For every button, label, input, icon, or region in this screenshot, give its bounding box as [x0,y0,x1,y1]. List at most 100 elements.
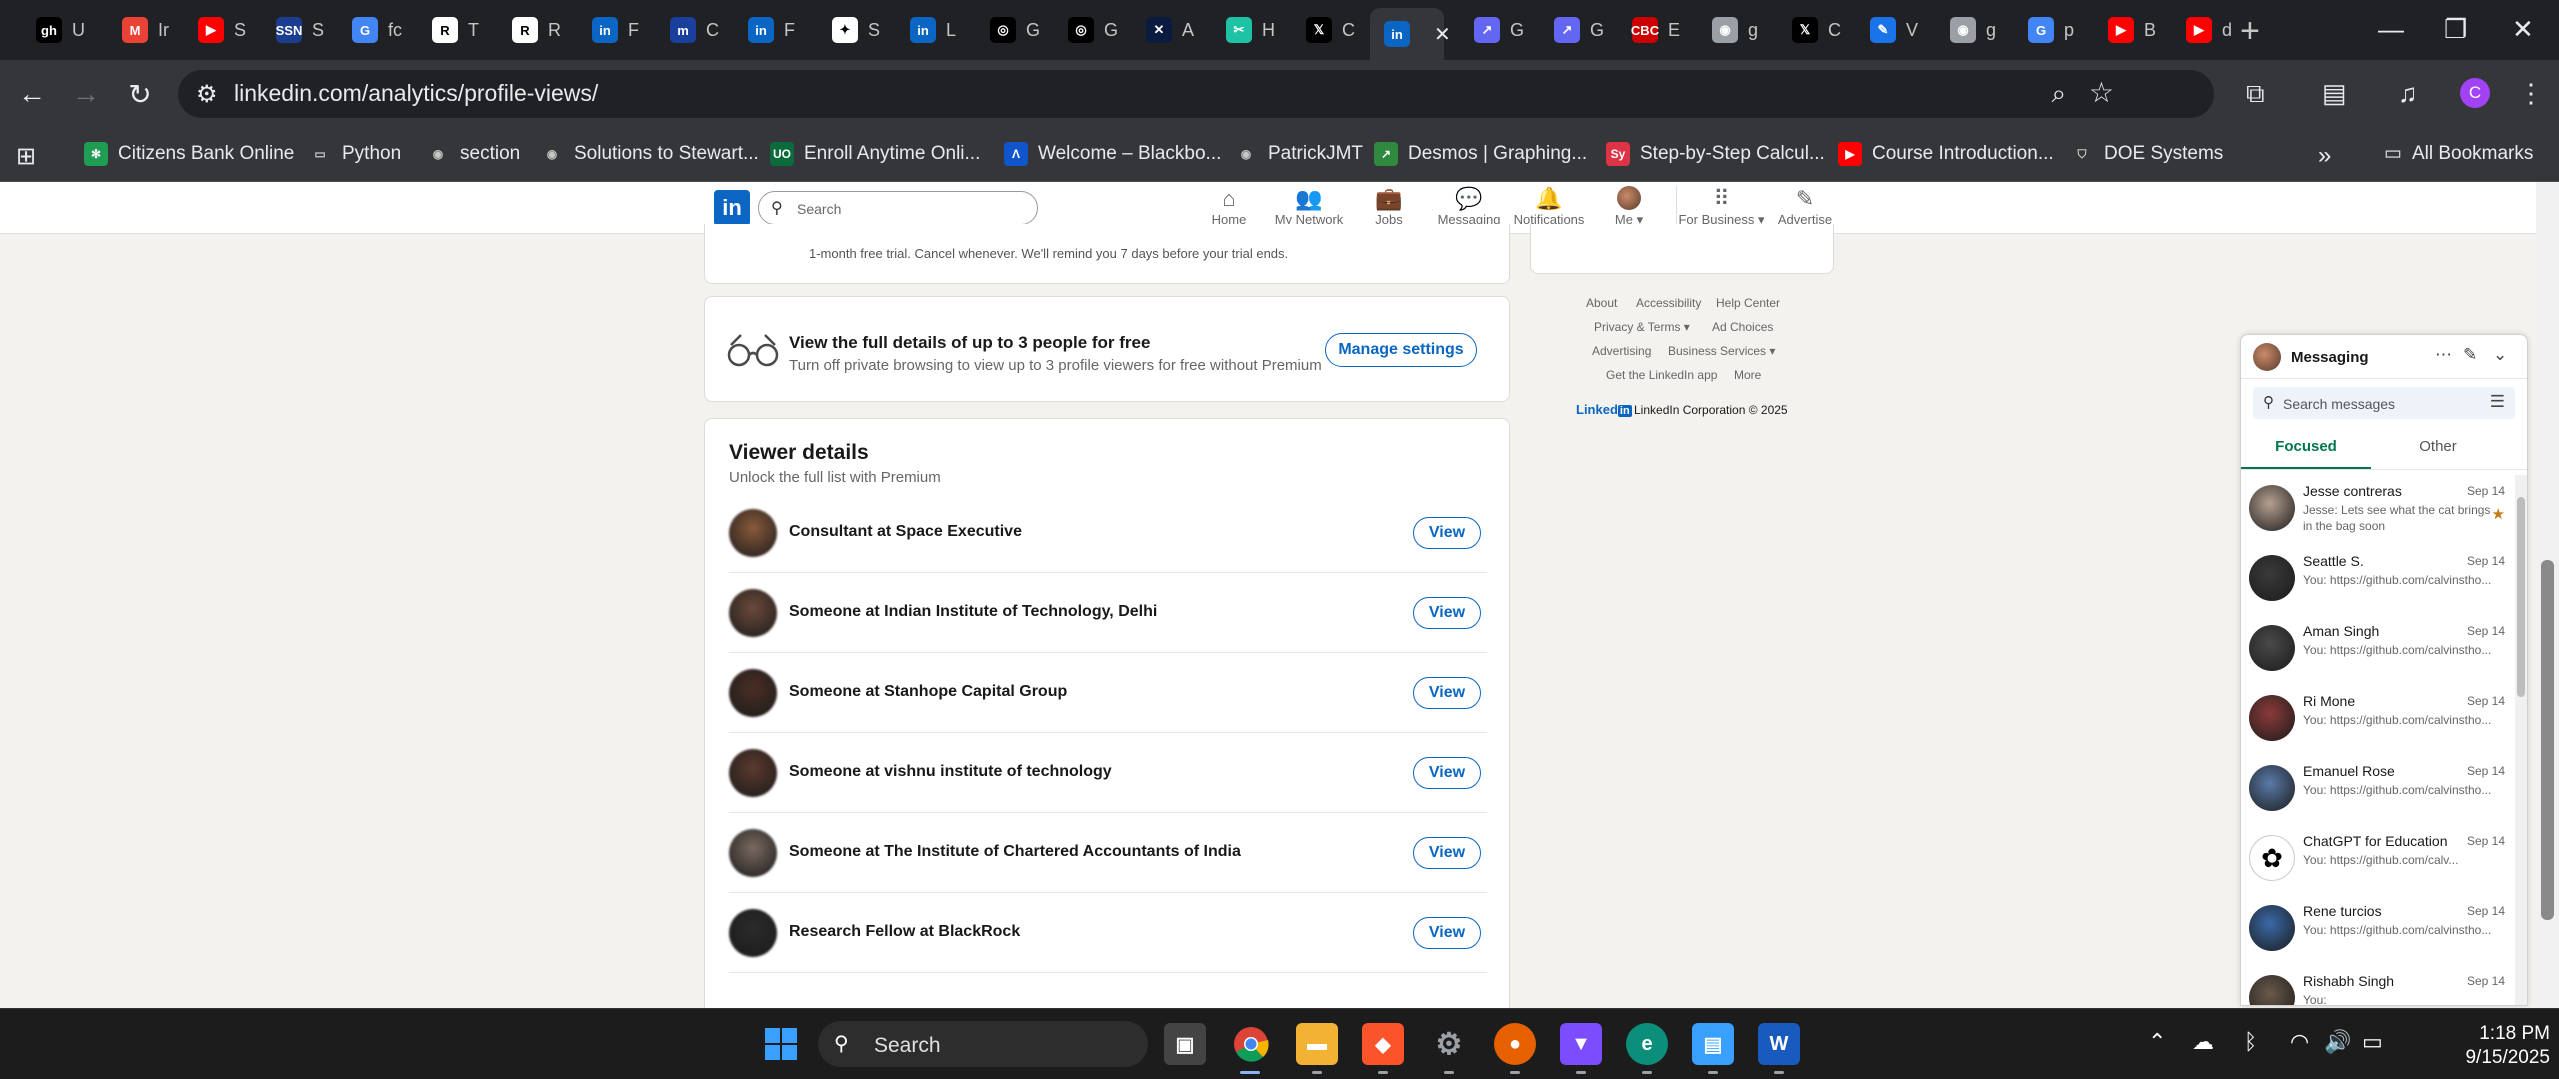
linkedin-logo[interactable]: in [714,190,750,226]
chevron-down-icon[interactable]: ⌄ [2493,345,2507,365]
page-scrollbar[interactable] [2536,182,2559,1008]
conversation-item[interactable]: Seattle S. Sep 14 You: https://github.com/… [2241,545,2509,615]
bookmark-item[interactable]: ◉ section [426,142,520,166]
close-window-icon[interactable]: ✕ [2512,14,2534,45]
footer-link-get-app[interactable]: Get the LinkedIn app [1606,368,1717,382]
footer-link-ad-choices[interactable]: Ad Choices [1712,320,1773,334]
forward-icon[interactable]: → [68,76,104,112]
bookmark-item[interactable]: ⛉ DOE Systems [2070,142,2223,166]
browser-tab[interactable]: ◎ G [976,8,1040,52]
more-bookmarks-button[interactable]: » [2318,142,2331,170]
browser-tab[interactable]: gh U [22,8,86,52]
bookmark-item[interactable]: Sy Step-by-Step Calcul... [1606,142,1825,166]
messaging-header[interactable]: Messaging ⋯ ✎ ⌄ [2241,335,2527,379]
brave-icon[interactable]: ◆ [1362,1023,1404,1065]
address-bar[interactable]: ⚙ linkedin.com/analytics/profile-views/ … [178,70,2214,118]
bookmark-item[interactable]: ✻ Citizens Bank Online [84,142,294,166]
nav-advertise[interactable]: ✎ Advertise [1760,186,1850,227]
site-info-icon[interactable]: ⚙ [196,80,218,109]
close-tab-icon[interactable]: ✕ [1434,22,1451,47]
apps-grid-icon[interactable]: ⊞ [16,142,36,171]
show-hidden-icons-icon[interactable]: ⌃ [2148,1029,2166,1055]
footer-link-about[interactable]: About [1586,296,1617,310]
chrome-icon[interactable] [1230,1023,1272,1065]
footer-link-business-services[interactable]: Business Services ▾ [1668,344,1775,358]
browser-tab[interactable]: ◎ G [1054,8,1118,52]
wifi-icon[interactable]: ◠ [2290,1029,2309,1055]
back-icon[interactable]: ← [14,76,50,112]
filter-icon[interactable]: ☰ [2490,392,2505,412]
browser-tab[interactable]: ◉ g [1698,8,1762,52]
start-icon[interactable] [760,1023,802,1065]
minimize-icon[interactable]: — [2378,14,2404,45]
browser-tab[interactable]: ▶ S [184,8,248,52]
footer-link-accessibility[interactable]: Accessibility [1636,296,1701,310]
firefox-icon[interactable]: ● [1494,1023,1536,1065]
onedrive-icon[interactable]: ☁ [2192,1029,2214,1055]
zoom-icon[interactable]: ⌕ [2051,78,2066,110]
task-view-icon[interactable]: ▣ [1164,1023,1206,1065]
browser-tab[interactable]: 𝕏C [1292,8,1356,52]
nav-my-network[interactable]: 👥 My Network [1264,186,1354,227]
bookmark-item[interactable]: UO Enroll Anytime Onli... [770,142,980,166]
browser-tab[interactable]: Gp [2014,8,2078,52]
browser-tab[interactable]: in F [578,8,642,52]
snip-tool-icon[interactable]: ▼ [1560,1023,1602,1065]
tab-focused[interactable]: Focused [2241,429,2371,469]
bookmark-item[interactable]: Λ Welcome – Blackbo... [1004,142,1221,166]
bluetooth-icon[interactable]: ᛒ [2244,1029,2257,1055]
conversation-item[interactable]: Aman Singh Sep 14 You: https://github.com/… [2241,615,2509,685]
view-button[interactable]: View [1413,917,1481,949]
browser-tab[interactable]: ◉ g [1936,8,2000,52]
view-button[interactable]: View [1413,597,1481,629]
conversation-item[interactable]: ✿ ChatGPT for Education Sep 14 You: https:/… [2241,825,2509,895]
browser-tab[interactable]: ↗ G [1540,8,1604,52]
linkedin-search-input[interactable]: ⚲ Search [758,191,1038,225]
new-tab-button[interactable]: + [2240,12,2260,51]
notepad-icon[interactable]: ▤ [1692,1023,1734,1065]
browser-tab[interactable]: 𝕏C [1778,8,1842,52]
browser-tab[interactable]: CBC E [1618,8,1682,52]
bookmark-item[interactable]: ▶ Course Introduction... [1838,142,2054,166]
bookmark-item[interactable]: ↗ Desmos | Graphing... [1374,142,1587,166]
reload-icon[interactable]: ↻ [122,76,158,112]
bookmark-item[interactable]: ◉ Solutions to Stewart... [540,142,759,166]
view-button[interactable]: View [1413,837,1481,869]
chrome-menu-icon[interactable]: ⋮ [2518,78,2544,109]
conversation-item[interactable]: Rene turcios Sep 14 You: https://github.co… [2241,895,2509,965]
browser-tab[interactable]: ▶ B [2094,8,2158,52]
restore-icon[interactable]: ❐ [2444,14,2467,45]
bookmark-item[interactable]: ▭ Python [308,142,401,166]
browser-tab[interactable]: Gfc [338,8,402,52]
browser-tab[interactable]: in F [734,8,798,52]
all-bookmarks-button[interactable]: ▭ All Bookmarks [2384,142,2533,165]
compose-icon[interactable]: ✎ [2463,345,2477,365]
reading-list-icon[interactable]: ▤ [2322,78,2347,109]
media-controls-icon[interactable]: ♫ [2398,78,2418,109]
taskbar-search[interactable]: ⚲ Search [818,1021,1148,1067]
browser-tab[interactable]: ✦ S [818,8,882,52]
view-button[interactable]: View [1413,677,1481,709]
nav-messaging[interactable]: 💬 Messaging [1424,186,1514,227]
browser-tab[interactable]: SSN S [262,8,326,52]
battery-icon[interactable]: ▭ [2362,1029,2383,1055]
browser-tab[interactable]: M Ir [108,8,172,52]
clock-time[interactable]: 1:18 PM [2470,1023,2550,1045]
conversation-item[interactable]: Rishabh Singh Sep 14 You: [2241,965,2509,1005]
nav-home[interactable]: ⌂ Home [1184,186,1274,227]
conversation-item[interactable]: Ri Mone Sep 14 You: https://github.com/cal… [2241,685,2509,755]
view-button[interactable]: View [1413,517,1481,549]
view-button[interactable]: View [1413,757,1481,789]
manage-settings-button[interactable]: Manage settings [1325,333,1477,367]
file-explorer-icon[interactable]: ▬ [1296,1023,1338,1065]
browser-tab[interactable]: ▶ d [2172,8,2236,52]
conversation-item[interactable]: Emanuel Rose Sep 14 You: https://github.co… [2241,755,2509,825]
browser-tab[interactable]: inL✕ [1370,8,1451,60]
browser-tab[interactable]: RT [418,8,482,52]
footer-link-privacy-terms[interactable]: Privacy & Terms ▾ [1594,320,1690,334]
footer-link-help-center[interactable]: Help Center [1716,296,1780,310]
footer-link-more[interactable]: More [1734,368,1761,382]
conversation-item[interactable]: Jesse contreras Sep 14 Jesse: Lets see wha… [2241,475,2509,545]
word-icon[interactable]: W [1758,1023,1800,1065]
star-icon[interactable]: ★ [2492,505,2505,523]
